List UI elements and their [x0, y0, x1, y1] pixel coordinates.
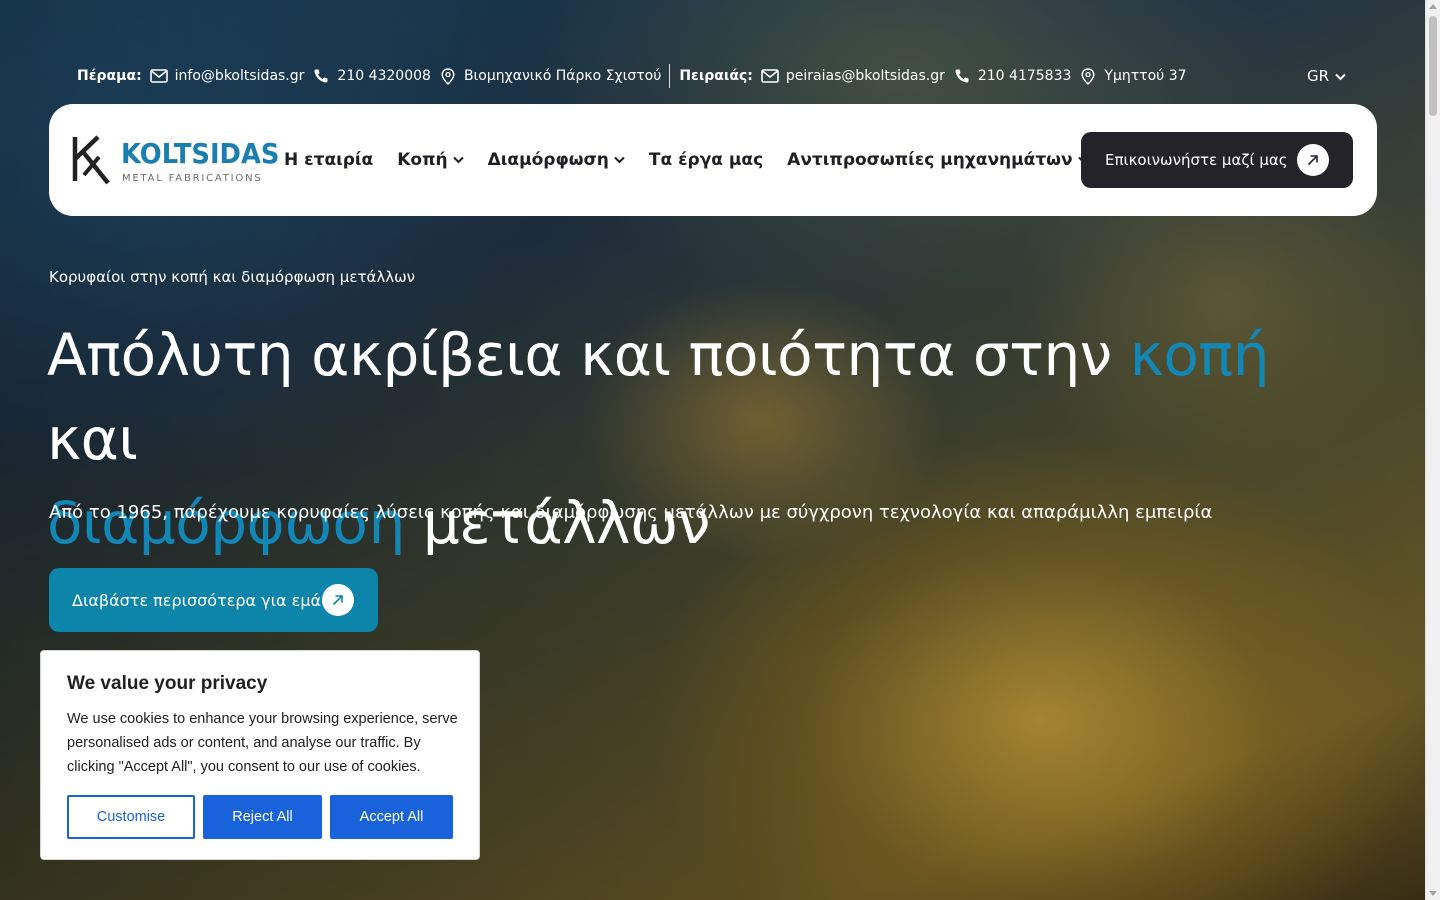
nav-item-projects[interactable]: Τα έργα μας	[649, 150, 763, 170]
read-more-button[interactable]: Διαβάστε περισσότερα για εμάς	[49, 568, 378, 632]
map-pin-icon	[1079, 67, 1097, 85]
arrow-up-right-icon	[322, 584, 354, 616]
page-scrollbar[interactable]	[1425, 0, 1440, 900]
contact-us-button[interactable]: Επικοινωνήστε μαζί μας	[1081, 132, 1353, 188]
nav-item-cutting[interactable]: Κοπή	[397, 150, 464, 170]
nav-item-dealerships[interactable]: Αντιπροσωπίες μηχανημάτων	[787, 150, 1089, 170]
hero-headline: Απόλυτη ακρίβεια και ποιότητα στην κοπή …	[47, 313, 1347, 565]
contact-bar: Πέραμα: info@bkoltsidas.gr 210 4320008 Β…	[77, 64, 1377, 88]
nav-item-label: Κοπή	[397, 150, 448, 170]
headline-accent-cutting: κοπή	[1129, 321, 1270, 389]
nav-item-label: Τα έργα μας	[648, 150, 764, 170]
phone-link-piraeus[interactable]: 210 4175833	[978, 68, 1072, 84]
nav-item-label: Η εταιρία	[284, 150, 374, 170]
nav-item-forming[interactable]: Διαμόρφωση	[488, 150, 625, 170]
phone-icon	[312, 67, 330, 85]
nav-menu: Η εταιρία Κοπή Διαμόρφωση Τα έργα μας Αν…	[284, 104, 1113, 216]
cookie-title: We value your privacy	[67, 673, 268, 694]
reject-all-button[interactable]: Reject All	[203, 795, 322, 839]
cookie-text: We use cookies to enhance your browsing …	[67, 711, 458, 775]
nav-item-company[interactable]: Η εταιρία	[284, 150, 373, 170]
logo-brand-text: KOLTSIDAS	[121, 137, 280, 170]
accept-all-button[interactable]: Accept All	[330, 795, 453, 839]
hero-lead: Από το 1965, παρέχουμε κορυφαίες λύσεις …	[49, 502, 1213, 523]
scroll-up-arrow-icon[interactable]	[1429, 4, 1437, 9]
arrow-up-right-icon	[1297, 144, 1329, 176]
chevron-down-icon	[614, 156, 625, 164]
headline-accent-forming: διαμόρφωση	[47, 489, 405, 557]
chevron-down-icon	[1335, 67, 1346, 85]
hero-eyebrow: Κορυφαίοι στην κοπή και διαμόρφωση μετάλ…	[49, 268, 416, 286]
address-perama[interactable]: Βιομηχανικό Πάρκο Σχιστού	[464, 68, 661, 84]
logo-tagline: METAL FABRICATIONS	[122, 173, 263, 184]
address-piraeus[interactable]: Υμηττού 37	[1104, 68, 1186, 84]
site-logo[interactable]: KOLTSIDAS METAL FABRICATIONS	[72, 135, 279, 187]
mail-icon	[149, 67, 168, 85]
scrollbar-thumb[interactable]	[1429, 16, 1437, 116]
language-label: GR	[1307, 67, 1330, 85]
customise-button[interactable]: Customise	[67, 795, 195, 839]
contact-us-label: Επικοινωνήστε μαζί μας	[1105, 151, 1288, 169]
contact-perama: Πέραμα: info@bkoltsidas.gr 210 4320008 Β…	[77, 67, 669, 85]
map-pin-icon	[439, 67, 457, 85]
language-switcher[interactable]: GR	[1307, 64, 1352, 88]
location-label-piraeus: Πειραιάς:	[679, 68, 753, 84]
headline-part-3: μετάλλων	[404, 489, 711, 557]
phone-icon	[953, 67, 971, 85]
read-more-label: Διαβάστε περισσότερα για εμάς	[72, 590, 331, 610]
email-link-perama[interactable]: info@bkoltsidas.gr	[175, 68, 305, 84]
mail-icon	[761, 67, 779, 85]
main-navigation: KOLTSIDAS METAL FABRICATIONS Η εταιρία Κ…	[49, 104, 1377, 216]
contact-divider	[669, 64, 671, 88]
cookie-consent-banner: We value your privacy We use cookies to …	[40, 650, 480, 860]
headline-part-2: και	[47, 405, 138, 473]
location-label-perama: Πέραμα:	[77, 68, 142, 84]
headline-part-1: Απόλυτη ακρίβεια και ποιότητα στην	[47, 321, 1130, 389]
logo-mark-icon	[72, 135, 110, 185]
scroll-down-arrow-icon[interactable]	[1429, 891, 1437, 896]
phone-link-perama[interactable]: 210 4320008	[337, 68, 431, 84]
chevron-down-icon	[452, 156, 464, 164]
nav-item-label: Αντιπροσωπίες μηχανημάτων	[787, 150, 1073, 170]
nav-item-label: Διαμόρφωση	[487, 150, 609, 170]
email-link-piraeus[interactable]: peiraias@bkoltsidas.gr	[786, 68, 945, 84]
contact-piraeus: Πειραιάς: peiraias@bkoltsidas.gr 210 417…	[679, 67, 1194, 85]
